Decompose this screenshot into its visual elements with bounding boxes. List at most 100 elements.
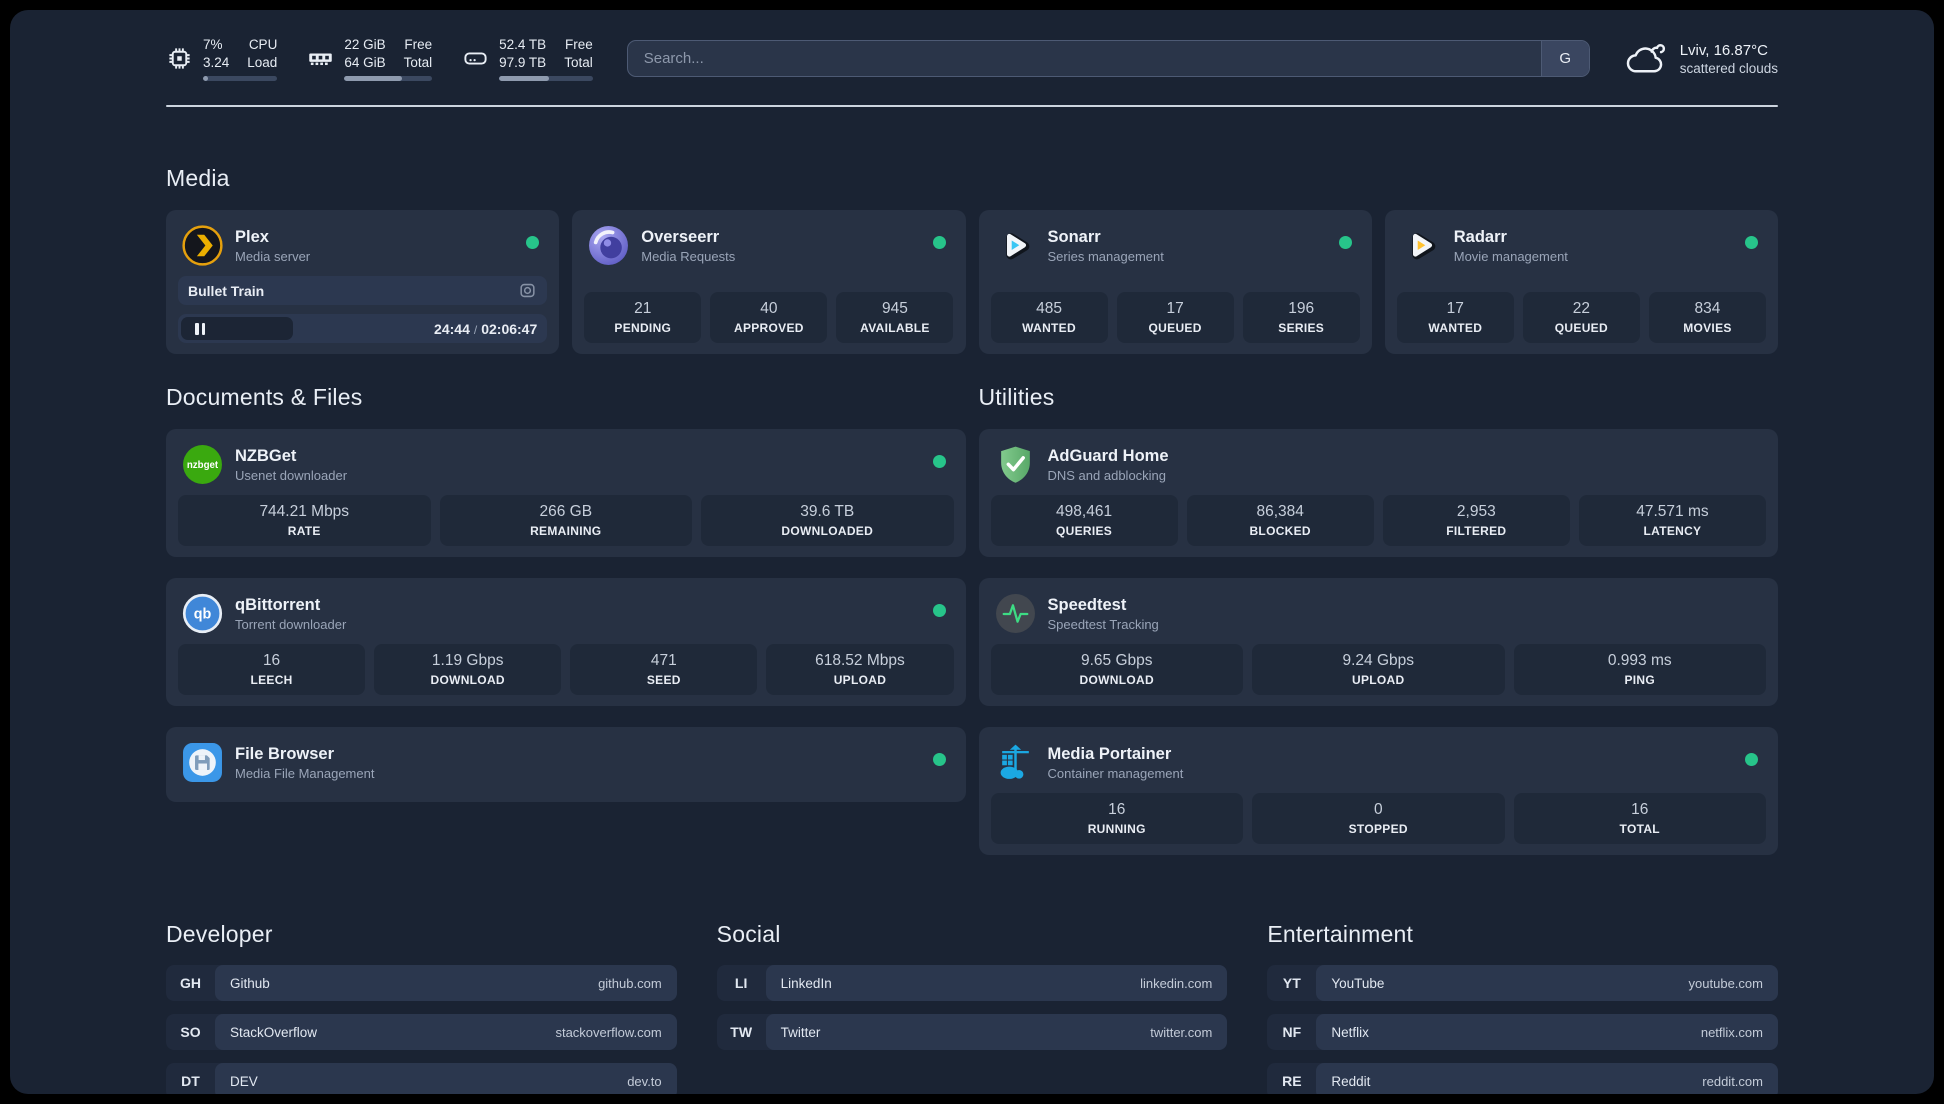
media-cards: Plex Media server Bullet Train 24:44/02:06:… [166, 210, 1778, 355]
stat-value: 39.6 TB [800, 503, 855, 521]
metric-values: 52.4 TB 97.9 TB Free Total [499, 36, 593, 71]
camera-icon[interactable] [518, 281, 537, 300]
player-progress-bar[interactable]: 24:44/02:06:47 [178, 314, 548, 344]
metric-value-column: 22 GiB 64 GiB [344, 37, 386, 70]
service-card-speedtest[interactable]: Speedtest Speedtest Tracking 9.65 Gbps DOWN… [978, 578, 1778, 707]
stat-upload: 9.24 Gbps UPLOAD [1252, 644, 1505, 696]
status-dot-online [1338, 236, 1352, 250]
stat-download: 1.19 Gbps DOWNLOAD [374, 644, 562, 696]
bookmark-main: Netflix netflix.com [1316, 1014, 1778, 1051]
service-card-titles: Overseerr Media Requests [641, 228, 735, 264]
metric-progress-bar [344, 76, 433, 82]
status-dot-online [932, 455, 946, 469]
stat-value: 16 [1631, 801, 1649, 819]
stat-remaining: 266 GB REMAINING [439, 495, 692, 547]
bookmark-abbr: GH [180, 975, 201, 992]
stat-label: REMAINING [530, 524, 602, 539]
stat-stopped: 0 STOPPED [1252, 793, 1505, 845]
bookmark-name: LinkedIn [780, 975, 832, 991]
player-time: 24:44/02:06:47 [434, 320, 538, 337]
metric-value-column: 7% 3.24 [203, 37, 230, 70]
service-card-sonarr[interactable]: Sonarr Series management 485 WANTED 17 QUEUED… [978, 210, 1372, 355]
stat-download: 9.65 Gbps DOWNLOAD [990, 644, 1243, 696]
adguard-icon [995, 444, 1036, 485]
service-stats: 9.65 Gbps DOWNLOAD 9.24 Gbps UPLOAD 0.993 ms… [990, 644, 1766, 696]
stat-value: 16 [1108, 801, 1126, 819]
stat-approved: 40 APPROVED [710, 292, 828, 344]
service-subtitle: Speedtest Tracking [1047, 616, 1159, 632]
service-stats: 485 WANTED 17 QUEUED 196 SERIES [990, 292, 1360, 344]
bookmark-section-title: Social [716, 921, 781, 948]
bookmark-abbr: NF [1282, 1024, 1302, 1041]
bookmark-linkedin[interactable]: LI LinkedIn linkedin.com [716, 965, 1228, 1002]
service-title: File Browser [235, 744, 335, 763]
stat-latency: 47.571 ms LATENCY [1578, 495, 1766, 547]
stat-blocked: 86,384 BLOCKED [1186, 495, 1374, 547]
service-title: Overseerr [641, 227, 720, 246]
stat-label: UPLOAD [1352, 673, 1405, 688]
service-stats: 16 LEECH 1.19 Gbps DOWNLOAD 471 SEED 618.52 Mb… [178, 644, 954, 696]
bookmark-abbr: LI [734, 975, 748, 992]
stat-queries: 498,461 QUERIES [990, 495, 1178, 547]
service-card-adguard[interactable]: AdGuard Home DNS and adblocking 498,461 QUE… [978, 429, 1778, 558]
stat-wanted: 17 WANTED [1396, 292, 1514, 344]
service-card-radarr[interactable]: Radarr Movie management 17 WANTED 22 QUEUED 83… [1384, 210, 1778, 355]
bookmark-url: reddit.com [1702, 1073, 1763, 1089]
bookmark-twitter[interactable]: TW Twitter twitter.com [716, 1014, 1228, 1051]
bookmark-abbr: RE [1282, 1073, 1302, 1090]
metric-body: 22 GiB 64 GiB Free Total [344, 36, 433, 82]
stat-value: 266 GB [539, 503, 593, 521]
service-stats: 16 RUNNING 0 STOPPED 16 TOTAL [990, 793, 1766, 845]
service-card-titles: qBittorrent Torrent downloader [235, 596, 346, 632]
bookmark-reddit[interactable]: RE Reddit reddit.com [1267, 1063, 1778, 1094]
service-card-filebrowser[interactable]: File Browser Media File Management [166, 727, 966, 803]
stat-value: 0.993 ms [1607, 652, 1672, 670]
stat-label: LATENCY [1643, 524, 1702, 539]
service-card-nzbget[interactable]: nzbget NZBGet Usenet downloader 744.21 Mbps… [166, 429, 966, 558]
metric-values: 7% 3.24 CPU Load [203, 36, 277, 71]
plex-icon [182, 225, 223, 266]
weather-condition: scattered clouds [1679, 60, 1778, 76]
service-card-header: qb qBittorrent Torrent downloader [178, 589, 954, 642]
stat-value: 2,953 [1456, 503, 1496, 521]
svg-text:nzbget: nzbget [187, 460, 219, 471]
stat-value: 86,384 [1256, 503, 1304, 521]
bookmark-name: DEV [230, 1073, 258, 1089]
bookmark-main: StackOverflow stackoverflow.com [215, 1014, 677, 1051]
service-card-titles: AdGuard Home DNS and adblocking [1048, 447, 1169, 483]
stat-value: 498,461 [1056, 503, 1113, 521]
metric-progress-bar [203, 76, 278, 82]
service-stats: 498,461 QUERIES 86,384 BLOCKED 2,953 FILTERED… [990, 495, 1766, 547]
search-input[interactable] [627, 41, 1541, 77]
service-card-titles: Plex Media server [235, 228, 310, 264]
service-card-titles: NZBGet Usenet downloader [235, 447, 347, 483]
bookmark-github[interactable]: GH Github github.com [166, 965, 677, 1002]
service-subtitle: Torrent downloader [235, 616, 347, 632]
metric-value-column: 52.4 TB 97.9 TB [499, 37, 547, 70]
bookmark-youtube[interactable]: YT YouTube youtube.com [1267, 965, 1778, 1002]
now-playing-bar[interactable]: Bullet Train [178, 276, 548, 306]
stat-label: RUNNING [1087, 822, 1146, 837]
service-card-overseerr[interactable]: Overseerr Media Requests 21 PENDING 40 APPROV… [572, 210, 966, 355]
service-card-plex[interactable]: Plex Media server Bullet Train 24:44/02:06:… [166, 210, 560, 355]
bookmark-netflix[interactable]: NF Netflix netflix.com [1267, 1014, 1778, 1051]
service-subtitle: Movie management [1453, 248, 1568, 264]
svg-text:qb: qb [194, 607, 212, 623]
service-card-header: Plex Media server [178, 221, 547, 274]
search-bar[interactable]: G [626, 40, 1590, 78]
stat-available: 945 AVAILABLE [836, 292, 954, 344]
bookmark-stackoverflow[interactable]: SO StackOverflow stackoverflow.com [166, 1014, 677, 1051]
service-title: Radarr [1453, 227, 1507, 246]
stat-total: 16 TOTAL [1513, 793, 1766, 845]
service-card-qbittorrent[interactable]: qb qBittorrent Torrent downloader 16 LEECH 1.… [166, 578, 966, 707]
system-metric-ram: 22 GiB 64 GiB Free Total [307, 36, 433, 82]
stat-value: 17 [1166, 300, 1184, 318]
service-stats: 21 PENDING 40 APPROVED 945 AVAILABLE [584, 292, 954, 344]
service-card-portainer[interactable]: Media Portainer Container management 16 RUN… [978, 727, 1778, 856]
pause-icon[interactable] [195, 322, 205, 335]
bookmark-rows: GH Github github.com SO StackOverflow stackov… [166, 965, 677, 1094]
search-engine-button[interactable]: G [1540, 41, 1589, 77]
stat-pending: 21 PENDING [584, 292, 702, 344]
bookmark-dev[interactable]: DT DEV dev.to [166, 1063, 677, 1094]
service-title: AdGuard Home [1047, 446, 1169, 465]
